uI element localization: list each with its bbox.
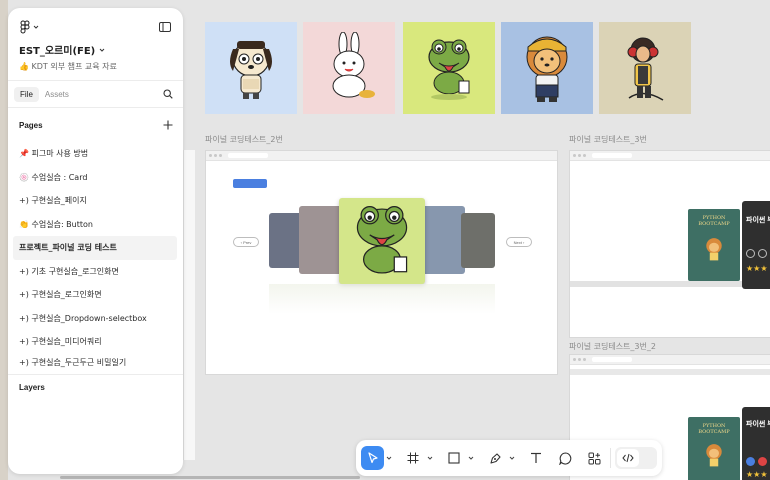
chevron-down-icon [386, 456, 392, 460]
shape-tool-menu[interactable] [466, 456, 476, 460]
page-item[interactable]: 👏 수업실습: Button [8, 213, 177, 237]
browser-chrome [206, 151, 557, 161]
frame-final-test-3[interactable]: PYTHONBOOTCAMP 파이썬 부 ★★★ [569, 150, 770, 338]
main-menu-button[interactable] [20, 20, 39, 34]
code-icon [622, 453, 634, 463]
actions-icon [588, 452, 601, 464]
dev-mode-toggle[interactable] [615, 447, 658, 469]
frame-final-test-2[interactable]: ‹ Prev Next › [205, 150, 558, 375]
cursor-icon [367, 452, 378, 464]
book-detail-panel: 파이썬 부 ★★★ [742, 407, 770, 480]
browser-chrome [570, 151, 770, 161]
lion-character-icon [526, 36, 568, 102]
shape-tool-button[interactable] [443, 446, 466, 470]
horizontal-scrollbar[interactable] [60, 476, 360, 479]
pages-title: Pages [19, 120, 43, 130]
page-item[interactable]: +) 기초 구현실습_로그인화면 [8, 260, 177, 284]
frame-tool-button[interactable] [402, 446, 425, 470]
thumbnail-rabbit[interactable] [303, 22, 395, 114]
frame-icon [407, 452, 419, 464]
carousel-card-far-right [461, 213, 495, 268]
page-item-active[interactable]: 프로젝트_파이널 코딩 테스트 [13, 236, 177, 260]
frame-label-3[interactable]: 파이널 코딩테스트_3번 [569, 134, 647, 145]
chevron-down-icon [33, 25, 39, 29]
thumbnail-girl[interactable] [599, 22, 691, 114]
figma-logo-icon [20, 20, 30, 34]
page-item[interactable]: +) 구현실습_로그인화면 [8, 283, 177, 307]
thumbnail-dog[interactable] [205, 22, 297, 114]
browser-chrome [570, 355, 770, 365]
search-icon[interactable] [163, 89, 173, 99]
page-item[interactable]: +) 구현실습_미디어쿼리 [8, 330, 177, 354]
lion-character-icon [706, 444, 722, 467]
book-cover: PYTHON BOOTCAMP [688, 209, 740, 281]
chevron-down-icon [509, 456, 515, 460]
add-page-icon[interactable] [163, 120, 173, 130]
page-item[interactable]: 📌 피그마 사용 방법 [8, 142, 177, 166]
page-item[interactable]: +) 구현실습_두근두근 비밀일기 [8, 354, 177, 372]
text-tool-button[interactable] [525, 446, 548, 470]
carousel-card-far-left [269, 213, 303, 268]
tab-assets[interactable]: Assets [39, 87, 75, 102]
thumbnail-frog[interactable] [403, 22, 495, 114]
file-subtitle: 👍 KDT 외부 챔프 교육 자료 [19, 62, 117, 71]
dog-character-icon [230, 41, 272, 99]
pen-tool-button[interactable] [484, 446, 507, 470]
page-list: 📌 피그마 사용 방법 🍥 수업실습 : Card +) 구현실습_페이지 👏 … [8, 142, 183, 372]
pen-icon [490, 452, 501, 464]
page-item[interactable]: +) 구현실습_Dropdown-selectbox [8, 307, 177, 331]
card-reflection [269, 284, 495, 314]
page-item[interactable]: +) 구현실습_페이지 [8, 189, 177, 213]
tab-file[interactable]: File [14, 86, 39, 102]
comment-tool-button[interactable] [554, 446, 577, 470]
frame-tool-menu[interactable] [425, 456, 435, 460]
frog-character-icon [428, 39, 470, 100]
panel-header [8, 8, 183, 36]
frame-edge-left [183, 150, 195, 460]
panel-tabs: File Assets [8, 81, 183, 107]
chevron-down-icon [99, 48, 105, 52]
file-name: EST_오르미(FE) [19, 46, 96, 57]
layers-title: Layers [19, 382, 45, 392]
thumbnail-lion[interactable] [501, 22, 593, 114]
left-sidebar: EST_오르미(FE) 👍 KDT 외부 챔프 교육 자료 File Asset… [8, 8, 183, 474]
bg-stripe [570, 369, 770, 375]
next-pill: Next › [506, 237, 532, 247]
prev-pill: ‹ Prev [233, 237, 259, 247]
rabbit-character-icon [332, 32, 375, 98]
bg-stripe [570, 281, 770, 287]
chevron-down-icon [468, 456, 474, 460]
move-tool-button[interactable] [361, 446, 385, 470]
page-item[interactable]: 🍥 수업실습 : Card [8, 166, 177, 190]
toolbar-divider [610, 448, 612, 468]
book-cover: PYTHON BOOTCAMP [688, 417, 740, 480]
carousel-card-left [299, 206, 343, 274]
girl-character-icon [627, 37, 664, 101]
offscreen-frame-strip [0, 0, 8, 480]
toggle-sidebar-icon[interactable] [159, 22, 171, 32]
pages-header: Pages [8, 108, 183, 142]
book-detail-panel: 파이썬 부 ★★★ [742, 201, 770, 289]
comment-icon [558, 451, 572, 465]
mini-blue-button [233, 179, 267, 188]
pen-tool-menu[interactable] [507, 456, 517, 460]
bottom-toolbar [356, 440, 662, 476]
lion-character-icon [706, 238, 722, 261]
text-icon [531, 452, 542, 463]
carousel-card-right [419, 206, 465, 274]
carousel-card-center [339, 198, 425, 284]
dev-mode-button[interactable] [617, 449, 640, 467]
actions-tool-button[interactable] [583, 446, 606, 470]
rectangle-icon [448, 452, 460, 464]
move-tool-menu[interactable] [384, 456, 394, 460]
frame-label-2[interactable]: 파이널 코딩테스트_2번 [205, 134, 283, 145]
frame-label-3-2[interactable]: 파이널 코딩테스트_3번_2 [569, 341, 656, 352]
dev-mode-off-slot [639, 449, 655, 467]
chevron-down-icon [427, 456, 433, 460]
file-name-button[interactable]: EST_오르미(FE) [8, 36, 183, 57]
frog-character-icon [356, 205, 408, 274]
